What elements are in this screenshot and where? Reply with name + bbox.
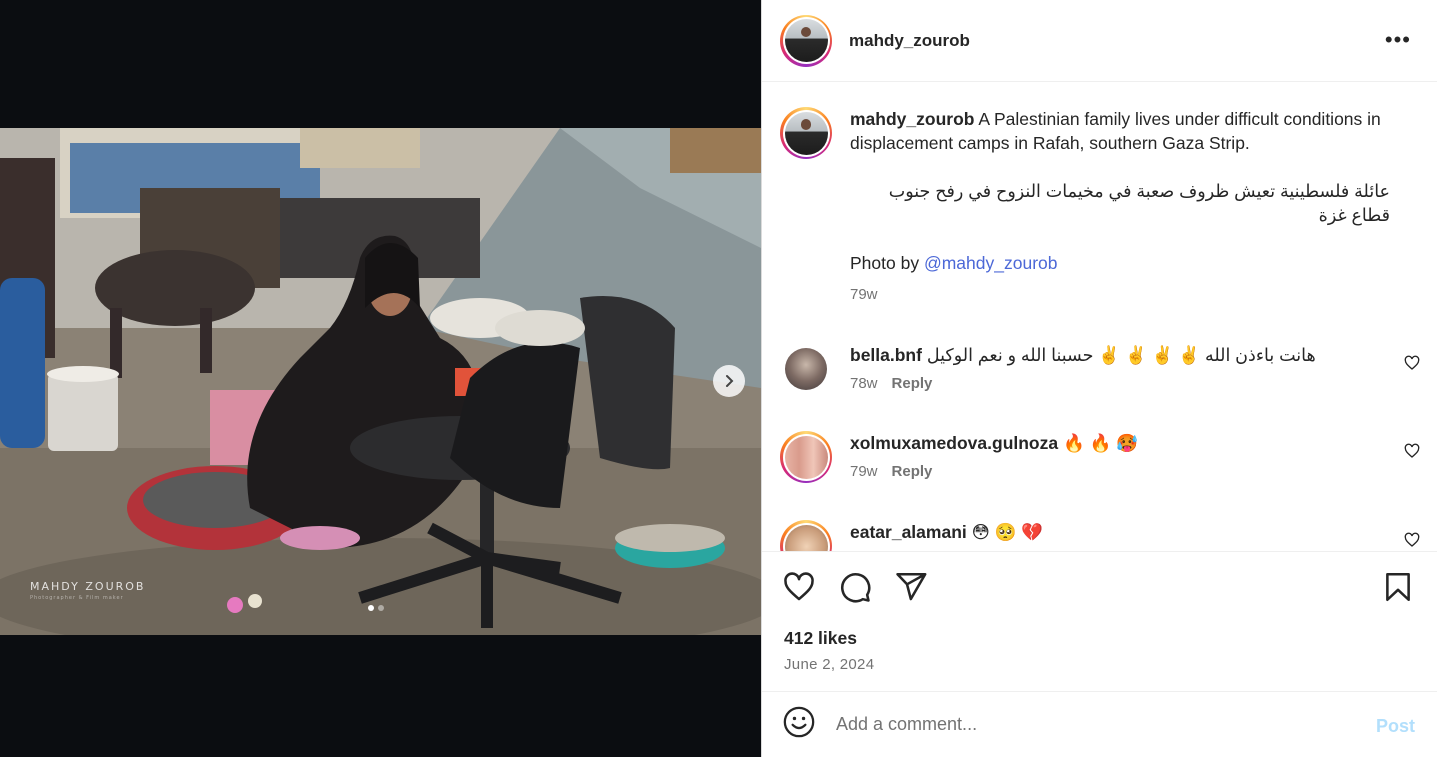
- comment-username[interactable]: bella.bnf: [850, 345, 922, 365]
- comment-time: 78w: [850, 375, 878, 392]
- watermark-text: MAHDY ZOUROB: [30, 580, 146, 593]
- media-viewer: MAHDY ZOUROB Photographer & Film maker: [0, 0, 761, 757]
- chevron-right-icon: [726, 375, 734, 387]
- bookmark-icon[interactable]: [1381, 570, 1415, 609]
- post-actions: 412 likes June 2, 2024: [762, 551, 1437, 691]
- post-comment-button[interactable]: Post: [1376, 716, 1415, 737]
- caption-avatar[interactable]: [780, 107, 832, 159]
- watermark-subtext: Photographer & Film maker: [30, 595, 124, 601]
- comment-like-heart-icon[interactable]: [1404, 532, 1420, 548]
- caption-time: 79w: [850, 286, 878, 303]
- comment-time: 79w: [850, 463, 878, 480]
- share-icon[interactable]: [894, 570, 928, 609]
- caption-text-ar: عائلة فلسطينية تعيش ظروف صعبة في مخيمات …: [888, 181, 1390, 225]
- reply-button[interactable]: Reply: [892, 375, 933, 392]
- next-slide-button[interactable]: [713, 365, 745, 397]
- add-comment-bar: Post: [762, 691, 1437, 757]
- photo-watermark: MAHDY ZOUROB Photographer & Film maker: [30, 580, 145, 601]
- comment-avatar[interactable]: [780, 431, 832, 483]
- photo-credit-prefix: Photo by: [850, 253, 924, 273]
- carousel-dot-active: [368, 605, 374, 611]
- likes-count[interactable]: 412 likes: [784, 628, 857, 649]
- comment-like-heart-icon[interactable]: [1404, 355, 1420, 371]
- more-options-icon[interactable]: •••: [1385, 29, 1411, 51]
- comment-avatar[interactable]: [780, 343, 832, 395]
- emoji-icon[interactable]: [782, 705, 816, 744]
- caption-username[interactable]: mahdy_zourob: [850, 109, 974, 129]
- caption: mahdy_zourob A Palestinian family lives …: [780, 107, 1420, 307]
- photo-credit-mention[interactable]: @mahdy_zourob: [924, 253, 1058, 273]
- comment-username[interactable]: xolmuxamedova.gulnoza: [850, 433, 1058, 453]
- post-header: mahdy_zourob •••: [762, 0, 1437, 82]
- comment-username[interactable]: eatar_alamani: [850, 522, 967, 542]
- author-avatar[interactable]: [780, 14, 832, 67]
- reply-button[interactable]: Reply: [892, 463, 933, 480]
- comment-text: هانت باءذن الله ✌️ ✌️ ✌️ ✌️ حسبنا الله و…: [926, 345, 1316, 365]
- comment-item: eatar_alamani 😳 🥺 💔: [780, 520, 1420, 551]
- comment-item: xolmuxamedova.gulnoza 🔥 🔥 🥵 79w Reply: [780, 431, 1420, 483]
- comment-icon[interactable]: [838, 570, 872, 609]
- photo-credit: Photo by @mahdy_zourob: [850, 251, 1410, 275]
- comment-item: bella.bnf هانت باءذن الله ✌️ ✌️ ✌️ ✌️ حس…: [780, 343, 1420, 395]
- comment-avatar[interactable]: [780, 520, 832, 551]
- heart-icon[interactable]: [782, 570, 816, 609]
- comment-input[interactable]: [836, 714, 1356, 735]
- carousel-indicator: [368, 605, 384, 611]
- post-date: June 2, 2024: [784, 656, 875, 673]
- instagram-post-view: MAHDY ZOUROB Photographer & Film maker m…: [0, 0, 1437, 757]
- comment-text: 🔥 🔥 🥵: [1062, 433, 1139, 453]
- author-username[interactable]: mahdy_zourob: [849, 31, 970, 51]
- post-details-panel: mahdy_zourob ••• mahdy_zourob A Palestin…: [761, 0, 1437, 757]
- carousel-dot: [378, 605, 384, 611]
- comments-scroll-area[interactable]: mahdy_zourob A Palestinian family lives …: [762, 83, 1437, 551]
- comment-like-heart-icon[interactable]: [1404, 443, 1420, 459]
- comment-text: 😳 🥺 💔: [971, 522, 1044, 542]
- post-photo[interactable]: [0, 128, 761, 635]
